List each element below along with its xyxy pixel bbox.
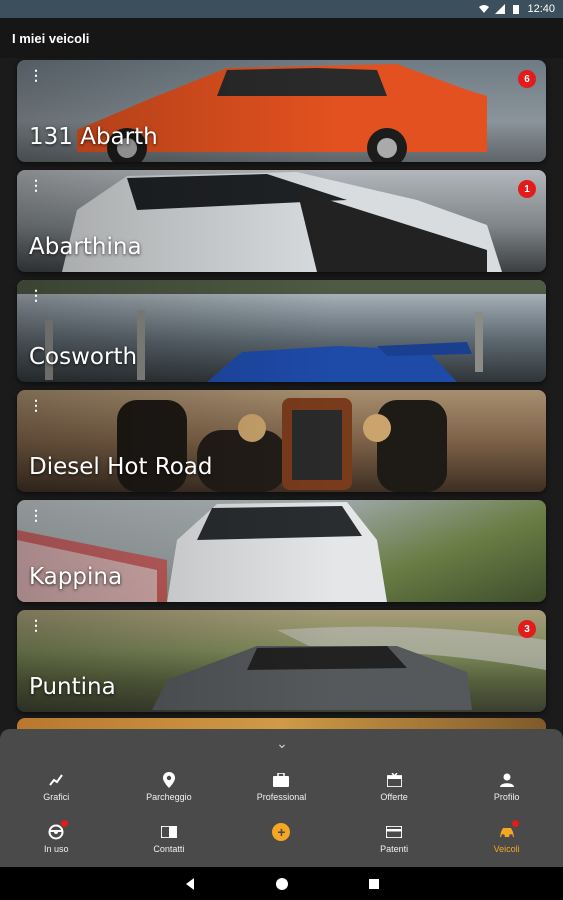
bottom-menu-sheet: ⌄ Grafici Parcheggio Professional Offert… — [0, 729, 563, 867]
menu-item-in-uso[interactable]: In uso — [0, 820, 113, 854]
location-pin-icon — [160, 771, 178, 789]
vehicle-card[interactable]: ⋮ Diesel Hot Road — [17, 390, 546, 492]
menu-item-label: In uso — [44, 844, 69, 854]
notification-badge: 1 — [518, 180, 536, 198]
vehicle-name: 131 Abarth — [29, 124, 158, 150]
add-button[interactable]: + — [225, 823, 338, 854]
android-navigation-bar — [0, 867, 563, 900]
battery-icon — [513, 5, 520, 14]
contacts-icon — [160, 823, 178, 841]
notification-badge: 6 — [518, 70, 536, 88]
menu-item-label: Patenti — [380, 844, 409, 854]
car-icon — [498, 820, 519, 841]
app-header: I miei veicoli — [0, 18, 563, 58]
menu-item-parcheggio[interactable]: Parcheggio — [113, 771, 226, 802]
menu-item-veicoli[interactable]: Veicoli — [450, 820, 563, 854]
menu-item-label: Professional — [256, 792, 307, 802]
home-icon[interactable] — [275, 877, 289, 891]
vehicle-card[interactable]: ⋮ Abarthina 1 — [17, 170, 546, 272]
wifi-icon — [479, 5, 490, 13]
menu-item-label: Contatti — [153, 844, 185, 854]
vehicle-card[interactable]: ⋮ 131 Abarth 6 — [17, 60, 546, 162]
briefcase-icon — [272, 771, 290, 789]
license-card-icon — [385, 823, 403, 841]
person-icon — [498, 771, 516, 789]
chart-icon — [47, 771, 65, 789]
status-time: 12:40 — [527, 3, 555, 15]
menu-row-2: In uso Contatti + Patenti Veicoli — [0, 820, 563, 854]
chevron-down-icon[interactable]: ⌄ — [274, 735, 290, 751]
vehicle-list: ⋮ 131 Abarth 6 ⋮ Abarthina 1 ⋮ Cosworth — [17, 60, 546, 720]
more-icon[interactable]: ⋮ — [29, 508, 43, 522]
menu-item-offerte[interactable]: Offerte — [338, 771, 451, 802]
more-icon[interactable]: ⋮ — [29, 618, 43, 632]
menu-item-label: Offerte — [380, 792, 408, 802]
recents-icon[interactable] — [367, 877, 381, 891]
menu-item-professional[interactable]: Professional — [225, 771, 338, 802]
menu-item-label: Grafici — [43, 792, 70, 802]
vehicle-card[interactable]: ⋮ Puntina 3 — [17, 610, 546, 712]
page-title: I miei veicoli — [12, 30, 90, 46]
menu-row-1: Grafici Parcheggio Professional Offerte … — [0, 771, 563, 802]
vehicle-card[interactable]: ⋮ Kappina — [17, 500, 546, 602]
offer-icon — [385, 771, 403, 789]
vehicle-card[interactable]: ⋮ Cosworth — [17, 280, 546, 382]
vehicle-name: Puntina — [29, 674, 116, 700]
vehicle-name: Cosworth — [29, 344, 138, 370]
notification-dot — [511, 820, 519, 827]
notification-dot — [61, 820, 69, 827]
status-bar: 12:40 — [0, 0, 563, 18]
more-icon[interactable]: ⋮ — [29, 288, 43, 302]
menu-item-patenti[interactable]: Patenti — [338, 823, 451, 854]
vehicle-name: Abarthina — [29, 234, 142, 260]
menu-item-label: Profilo — [493, 792, 520, 802]
more-icon[interactable]: ⋮ — [29, 178, 43, 192]
plus-icon: + — [272, 823, 291, 841]
menu-item-grafici[interactable]: Grafici — [0, 771, 113, 802]
more-icon[interactable]: ⋮ — [29, 398, 43, 412]
menu-item-label: Parcheggio — [146, 792, 192, 802]
menu-item-profilo[interactable]: Profilo — [450, 771, 563, 802]
vehicle-name: Kappina — [29, 564, 123, 590]
back-icon[interactable] — [183, 877, 197, 891]
menu-item-contatti[interactable]: Contatti — [113, 823, 226, 854]
steering-wheel-icon — [47, 820, 69, 841]
vehicle-name: Diesel Hot Road — [29, 454, 213, 480]
notification-badge: 3 — [518, 620, 536, 638]
more-icon[interactable]: ⋮ — [29, 68, 43, 82]
signal-icon — [495, 4, 506, 14]
menu-item-label: Veicoli — [493, 844, 520, 854]
